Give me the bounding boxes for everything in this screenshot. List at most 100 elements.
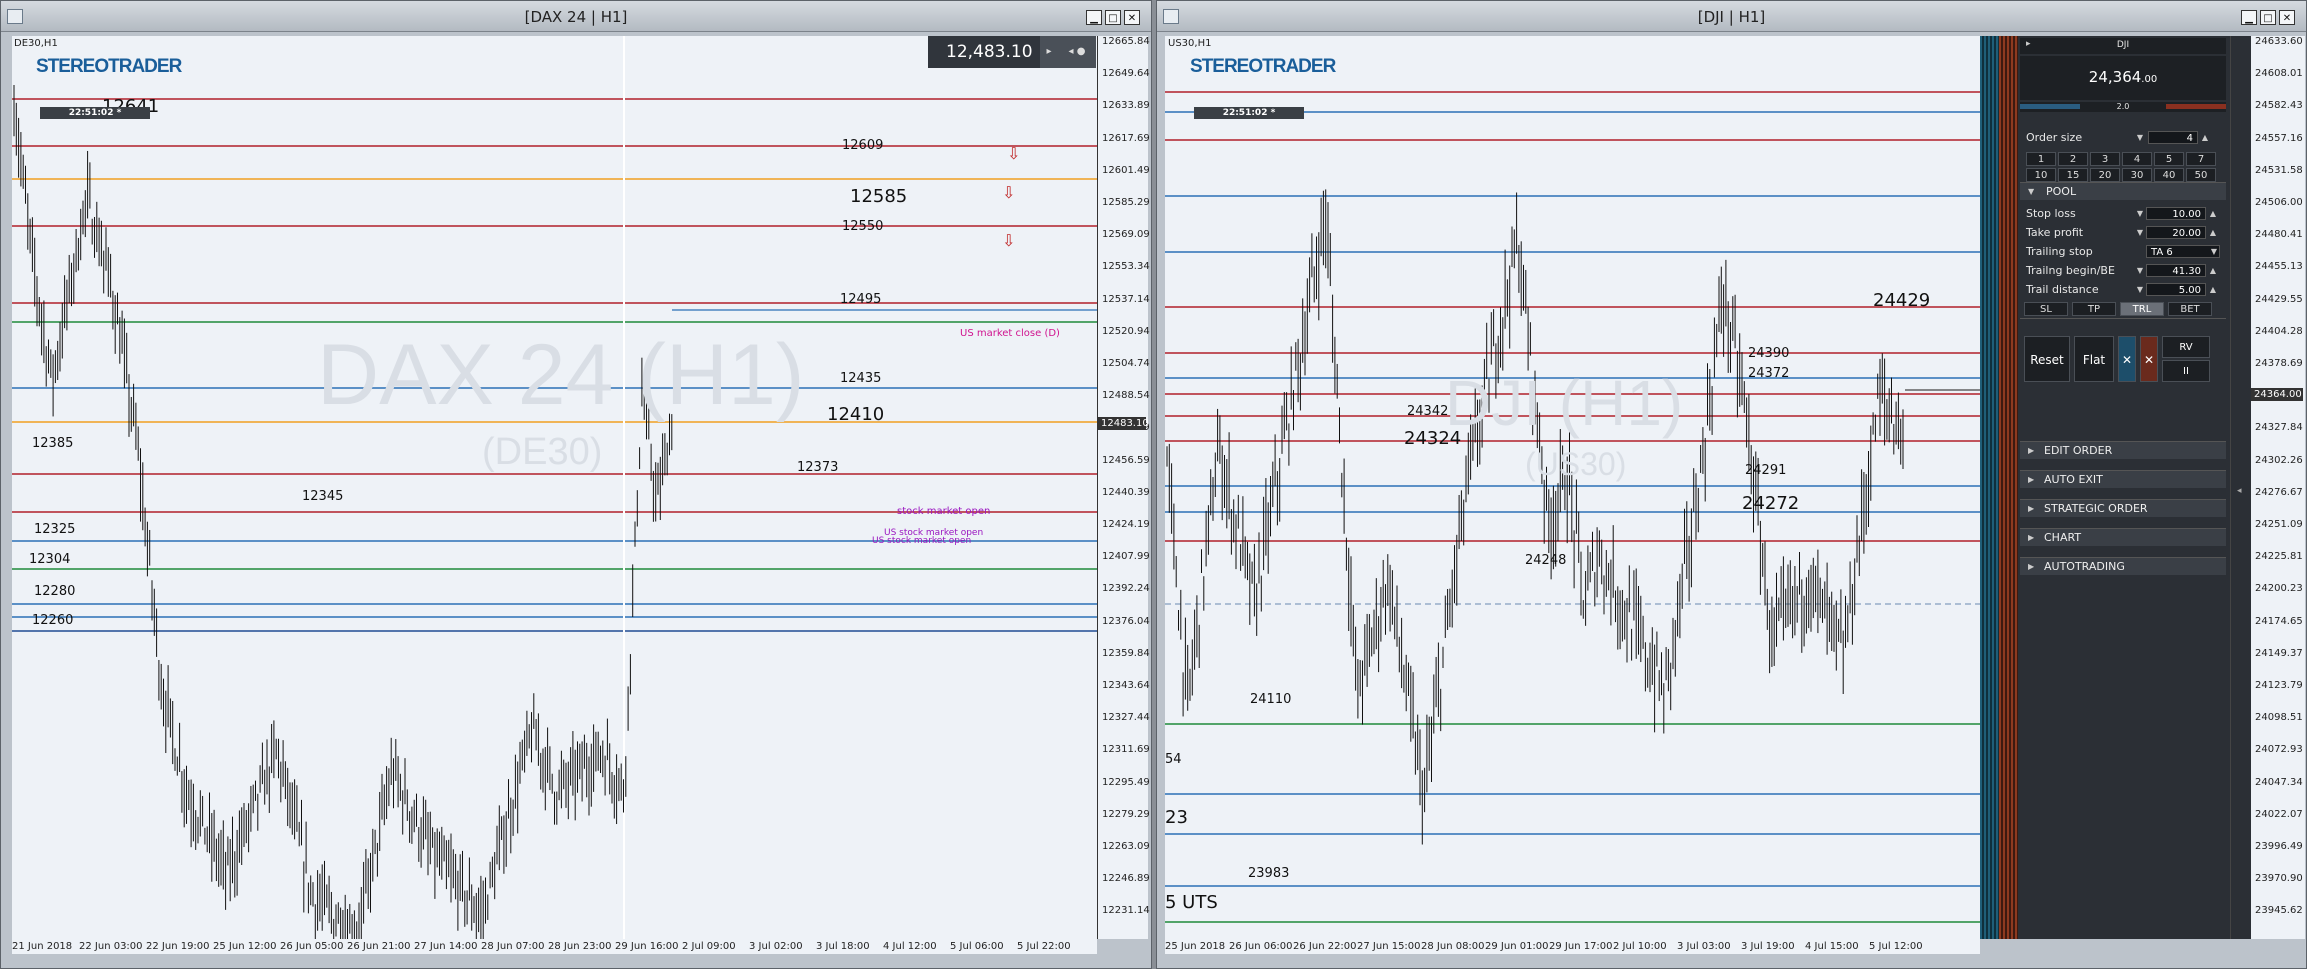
- trailing-begin-input[interactable]: 41.30: [2146, 264, 2206, 277]
- quick-size-button[interactable]: 5: [2154, 152, 2184, 166]
- section-autotrading[interactable]: ▶ AUTOTRADING: [2020, 557, 2226, 575]
- trail-distance-label: Trail distance: [2026, 283, 2099, 296]
- reverse-button[interactable]: RV: [2162, 336, 2210, 358]
- take-profit-increment[interactable]: ▲: [2208, 226, 2218, 239]
- stop-loss-decrement[interactable]: ▼: [2135, 207, 2145, 220]
- dji-level-label: 5 UTS: [1165, 892, 1218, 913]
- dax-time-axis[interactable]: 21 Jun 2018 22 Jun 03:00 22 Jun 19:00 25 Ju…: [12, 939, 1097, 954]
- trailing-begin-decrement[interactable]: ▼: [2135, 264, 2145, 277]
- price-tick: 12488.54: [1102, 390, 1150, 402]
- pool-label: POOL: [2046, 185, 2077, 198]
- section-auto-exit[interactable]: ▶ AUTO EXIT: [2020, 470, 2226, 488]
- dax-level-label: 12260: [32, 613, 74, 628]
- tab-bet[interactable]: BET: [2168, 302, 2212, 316]
- reset-button[interactable]: Reset: [2024, 336, 2070, 382]
- price-tick: 24047.34: [2255, 776, 2303, 788]
- dji-window-title: [DJI | H1]: [1697, 8, 1766, 26]
- price-tick: 24327.84: [2255, 422, 2303, 434]
- dji-price-chart[interactable]: DJI (H1) (US30) 24429 24390 24372 24342 2432…: [1165, 36, 1980, 939]
- server-clock: 22:51:02 *: [40, 107, 150, 119]
- quick-size-button[interactable]: 50: [2186, 168, 2216, 182]
- section-strategic-order[interactable]: ▶ STRATEGIC ORDER: [2020, 499, 2226, 517]
- quick-size-button[interactable]: 15: [2058, 168, 2088, 182]
- flat-button[interactable]: Flat: [2074, 336, 2114, 382]
- chevron-down-icon: ▼: [2028, 187, 2035, 196]
- dji-watermark-sub: (US30): [1525, 446, 1627, 482]
- dji-price-axis[interactable]: 24633.60 24608.01 24582.43 24557.16 24531.58…: [2250, 36, 2305, 939]
- dax-level-label: 12609: [842, 138, 884, 153]
- pause-button[interactable]: II: [2162, 360, 2210, 382]
- trail-distance-increment[interactable]: ▲: [2208, 283, 2218, 296]
- quick-size-button[interactable]: 1: [2026, 152, 2056, 166]
- price-tick: 12376.04: [1102, 615, 1150, 627]
- time-tick: 5 Jul 06:00: [950, 941, 1004, 952]
- order-book-strip-ask[interactable]: [1999, 36, 2018, 939]
- price-tick: 24480.41: [2255, 229, 2303, 241]
- price-tick: 24404.28: [2255, 325, 2303, 337]
- dax-level-label: 12410: [827, 404, 885, 425]
- down-arrow-icon: ⇩: [1002, 183, 1015, 202]
- take-profit-input[interactable]: 20.00: [2146, 226, 2206, 239]
- take-profit-decrement[interactable]: ▼: [2135, 226, 2145, 239]
- chevron-right-icon[interactable]: ▸: [1040, 36, 1058, 68]
- price-tick: 12343.64: [1102, 680, 1150, 691]
- stop-loss-input[interactable]: 10.00: [2146, 207, 2206, 220]
- current-price-tag: 24364.00: [2251, 388, 2303, 401]
- tab-sl[interactable]: SL: [2024, 302, 2068, 316]
- trail-distance-decrement[interactable]: ▼: [2135, 283, 2145, 296]
- chevron-down-icon[interactable]: ▼: [2209, 245, 2219, 258]
- dax-level-label: 12495: [840, 292, 882, 307]
- quick-size-button[interactable]: 4: [2122, 152, 2152, 166]
- order-size-decrement[interactable]: ▼: [2135, 131, 2145, 144]
- panel-toggle-icon[interactable]: ◂: [2237, 486, 2242, 496]
- maximize-icon[interactable]: □: [2260, 10, 2276, 25]
- chevron-left-icon[interactable]: ◂ ●: [1058, 36, 1096, 68]
- dji-level-label: 24110: [1250, 692, 1292, 707]
- time-tick: 25 Jun 2018: [1165, 941, 1226, 952]
- dax-titlebar[interactable]: [DAX 24 | H1] ▁ □ ✕: [1, 1, 1151, 32]
- quick-size-button[interactable]: 2: [2058, 152, 2088, 166]
- quick-size-button[interactable]: 3: [2090, 152, 2120, 166]
- close-icon[interactable]: ✕: [2279, 10, 2295, 25]
- order-size-increment[interactable]: ▲: [2200, 131, 2210, 144]
- quick-size-button[interactable]: 7: [2186, 152, 2216, 166]
- price-tick: 24225.81: [2255, 551, 2303, 563]
- minimize-icon[interactable]: ▁: [2241, 10, 2257, 25]
- maximize-icon[interactable]: □: [1105, 10, 1121, 25]
- time-tick: 27 Jun 14:00: [414, 941, 478, 952]
- dax-price-axis[interactable]: 12665.84 12649.64 12633.89 12617.69 12601.49…: [1097, 36, 1150, 939]
- dax-price-chart[interactable]: ⇩⇩⇩ DAX 24 (H1) (DE30) 12641126091258512…: [12, 36, 1097, 939]
- tab-trl[interactable]: TRL: [2120, 302, 2164, 316]
- close-long-button[interactable]: ✕: [2118, 336, 2136, 382]
- stop-loss-increment[interactable]: ▲: [2208, 207, 2218, 220]
- price-tick: 12392.24: [1102, 583, 1150, 595]
- chevron-right-icon: ▶: [2028, 562, 2035, 571]
- quick-size-button[interactable]: 30: [2122, 168, 2152, 182]
- dji-titlebar[interactable]: [DJI | H1] ▁ □ ✕: [1157, 1, 2306, 32]
- price-tick: 24429.55: [2255, 293, 2303, 305]
- quick-size-button[interactable]: 40: [2154, 168, 2184, 182]
- close-short-button[interactable]: ✕: [2140, 336, 2158, 382]
- trailing-begin-increment[interactable]: ▲: [2208, 264, 2218, 277]
- time-tick: 28 Jun 23:00: [548, 941, 612, 952]
- server-clock: 22:51:02 *: [1194, 107, 1304, 119]
- quick-size-button[interactable]: 20: [2090, 168, 2120, 182]
- panel-edge[interactable]: ◂: [2230, 36, 2251, 939]
- dji-time-axis[interactable]: 25 Jun 2018 26 Jun 06:00 26 Jun 22:00 27 Ju…: [1165, 939, 1980, 954]
- trading-panel: ▸ DJI 24,364.00 2.0 Order size ▼ 4 ▲ 123…: [2018, 36, 2230, 939]
- section-chart[interactable]: ▶ CHART: [2020, 528, 2226, 546]
- time-tick: 5 Jul 22:00: [1017, 941, 1071, 952]
- section-label: EDIT ORDER: [2044, 444, 2113, 457]
- dax-level-label: 12435: [840, 371, 882, 386]
- section-label: STRATEGIC ORDER: [2044, 502, 2148, 515]
- tab-tp[interactable]: TP: [2072, 302, 2116, 316]
- time-tick: 2 Jul 09:00: [682, 941, 736, 952]
- order-size-input[interactable]: 4: [2148, 131, 2198, 144]
- section-edit-order[interactable]: ▶ EDIT ORDER: [2020, 441, 2226, 459]
- dax-level-label: 12345: [302, 489, 344, 504]
- minimize-icon[interactable]: ▁: [1086, 10, 1102, 25]
- quick-size-button[interactable]: 10: [2026, 168, 2056, 182]
- pool-section[interactable]: ▼ POOL: [2020, 182, 2226, 200]
- trail-distance-input[interactable]: 5.00: [2146, 283, 2206, 296]
- close-icon[interactable]: ✕: [1124, 10, 1140, 25]
